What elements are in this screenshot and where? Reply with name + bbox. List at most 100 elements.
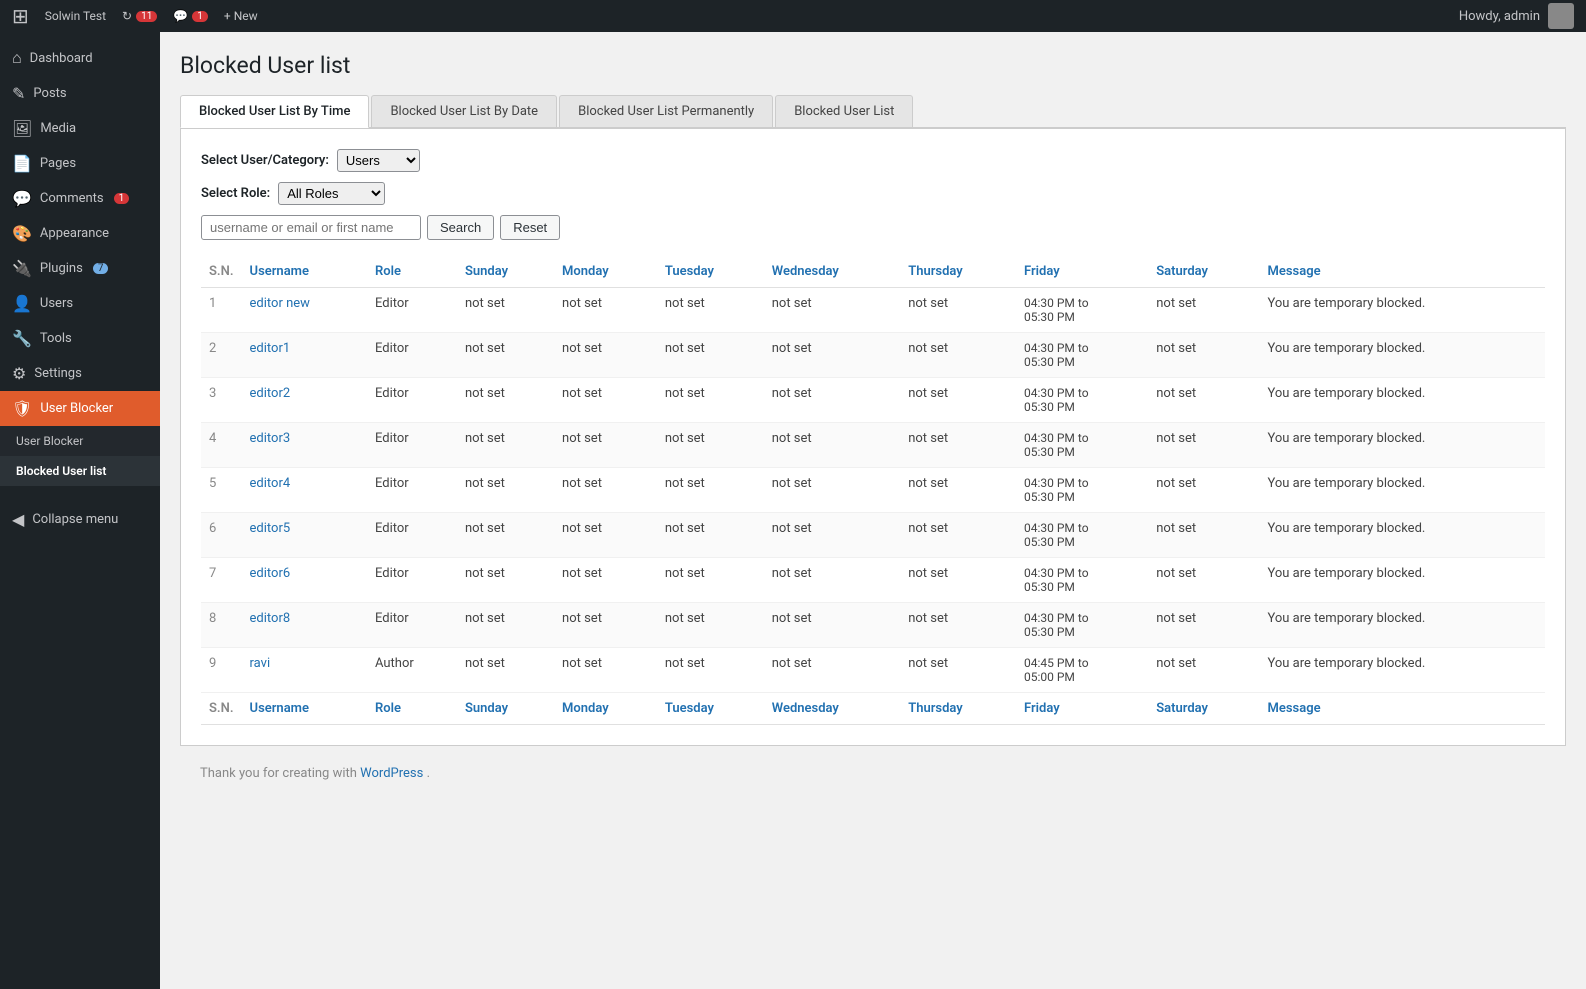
cell-wednesday: not set [764, 468, 900, 513]
cell-username: editor2 [242, 378, 367, 423]
table-row: 5editor4Editornot setnot setnot setnot s… [201, 468, 1545, 513]
col-role: Role [367, 256, 457, 288]
sidebar-item-user-blocker-sub[interactable]: User Blocker [0, 426, 160, 456]
sidebar-item-label: Tools [40, 331, 72, 346]
cell-friday: 04:30 PM to 05:30 PM [1016, 468, 1148, 513]
cell-role: Editor [367, 603, 457, 648]
sidebar-item-plugins[interactable]: 🔌 Plugins 7 [0, 251, 160, 286]
table-row: 4editor3Editornot setnot setnot setnot s… [201, 423, 1545, 468]
tab-by-date[interactable]: Blocked User List By Date [371, 95, 557, 127]
cell-message: You are temporary blocked. [1259, 558, 1545, 603]
site-name[interactable]: Solwin Test [45, 9, 106, 23]
admin-bar: ⊞ Solwin Test ↻ 11 💬 1 + New Howdy, admi… [0, 0, 1586, 32]
cell-wednesday: not set [764, 603, 900, 648]
search-input[interactable] [201, 215, 421, 240]
foot-wednesday: Wednesday [764, 693, 900, 725]
tab-all[interactable]: Blocked User List [775, 95, 913, 127]
col-tuesday: Tuesday [657, 256, 764, 288]
cell-saturday: not set [1148, 558, 1259, 603]
sidebar-submenu: User Blocker Blocked User list [0, 426, 160, 486]
col-thursday: Thursday [900, 256, 1016, 288]
sidebar-item-collapse[interactable]: ◀ Collapse menu [0, 502, 160, 537]
cell-username: editor8 [242, 603, 367, 648]
sidebar-item-label: Collapse menu [32, 512, 118, 527]
col-sunday: Sunday [457, 256, 554, 288]
cell-wednesday: not set [764, 558, 900, 603]
cell-wednesday: not set [764, 288, 900, 333]
cell-message: You are temporary blocked. [1259, 333, 1545, 378]
cell-saturday: not set [1148, 513, 1259, 558]
user-blocker-icon: 🛡 [12, 399, 32, 418]
table-header-row: S.N. Username Role Sunday Monday Tuesday… [201, 256, 1545, 288]
cell-message: You are temporary blocked. [1259, 648, 1545, 693]
pages-icon: 📄 [12, 154, 32, 173]
sidebar-item-users[interactable]: 👤 Users [0, 286, 160, 321]
select-user-dropdown[interactable]: Users Category [337, 149, 420, 172]
foot-tuesday: Tuesday [657, 693, 764, 725]
howdy-text: Howdy, admin [1459, 9, 1540, 24]
cell-wednesday: not set [764, 378, 900, 423]
plugins-badge: 7 [93, 263, 109, 274]
cell-saturday: not set [1148, 288, 1259, 333]
new-item[interactable]: + New [224, 9, 258, 23]
cell-role: Editor [367, 558, 457, 603]
cell-friday: 04:30 PM to 05:30 PM [1016, 423, 1148, 468]
updates-item[interactable]: ↻ 11 [122, 9, 157, 23]
footer-suffix: . [427, 766, 430, 781]
sidebar-item-posts[interactable]: ✎ Posts [0, 76, 160, 111]
cell-saturday: not set [1148, 468, 1259, 513]
cell-tuesday: not set [657, 378, 764, 423]
avatar [1548, 3, 1574, 29]
cell-monday: not set [554, 558, 657, 603]
wp-logo-icon[interactable]: ⊞ [12, 4, 29, 28]
sidebar-submenu-label: User Blocker [16, 434, 83, 448]
sidebar-item-pages[interactable]: 📄 Pages [0, 146, 160, 181]
comments-badge: 1 [192, 11, 208, 22]
howdy-section: Howdy, admin [1459, 3, 1574, 29]
content-box: Select User/Category: Users Category Sel… [180, 128, 1566, 746]
sidebar-item-tools[interactable]: 🔧 Tools [0, 321, 160, 356]
tab-by-time[interactable]: Blocked User List By Time [180, 95, 369, 128]
sidebar-item-user-blocker[interactable]: 🛡 User Blocker [0, 391, 160, 426]
cell-friday: 04:30 PM to 05:30 PM [1016, 513, 1148, 558]
comments-item[interactable]: 💬 1 [173, 9, 208, 23]
sidebar-item-dashboard[interactable]: ⌂ Dashboard [0, 40, 160, 76]
cell-sunday: not set [457, 333, 554, 378]
cell-sn: 9 [201, 648, 242, 693]
sidebar-item-appearance[interactable]: 🎨 Appearance [0, 216, 160, 251]
sidebar-item-comments[interactable]: 💬 Comments 1 [0, 181, 160, 216]
foot-saturday: Saturday [1148, 693, 1259, 725]
sidebar-item-media[interactable]: 🖼 Media [0, 111, 160, 146]
wordpress-link[interactable]: WordPress [360, 766, 423, 781]
cell-username: editor3 [242, 423, 367, 468]
table-row: 1editor newEditornot setnot setnot setno… [201, 288, 1545, 333]
cell-username: ravi [242, 648, 367, 693]
sidebar-item-label: Media [40, 121, 76, 136]
posts-icon: ✎ [12, 84, 25, 103]
cell-friday: 04:30 PM to 05:30 PM [1016, 378, 1148, 423]
cell-friday: 04:30 PM to 05:30 PM [1016, 288, 1148, 333]
cell-thursday: not set [900, 558, 1016, 603]
cell-role: Editor [367, 288, 457, 333]
filter-user-row: Select User/Category: Users Category [201, 149, 1545, 172]
sidebar-item-label: User Blocker [40, 401, 113, 416]
search-button[interactable]: Search [427, 215, 494, 240]
tools-icon: 🔧 [12, 329, 32, 348]
cell-sunday: not set [457, 468, 554, 513]
col-username: Username [242, 256, 367, 288]
page-title: Blocked User list [180, 52, 1566, 79]
updates-icon: ↻ [122, 9, 132, 23]
cell-monday: not set [554, 378, 657, 423]
cell-sn: 2 [201, 333, 242, 378]
reset-button[interactable]: Reset [500, 215, 560, 240]
foot-message: Message [1259, 693, 1545, 725]
cell-tuesday: not set [657, 288, 764, 333]
sidebar-item-label: Settings [34, 366, 81, 381]
sidebar-item-settings[interactable]: ⚙ Settings [0, 356, 160, 391]
tab-permanently[interactable]: Blocked User List Permanently [559, 95, 773, 127]
select-role-dropdown[interactable]: All Roles Editor Author Administrator [278, 182, 385, 205]
cell-wednesday: not set [764, 513, 900, 558]
cell-username: editor5 [242, 513, 367, 558]
cell-tuesday: not set [657, 513, 764, 558]
sidebar-item-blocked-user-list[interactable]: Blocked User list [0, 456, 160, 486]
